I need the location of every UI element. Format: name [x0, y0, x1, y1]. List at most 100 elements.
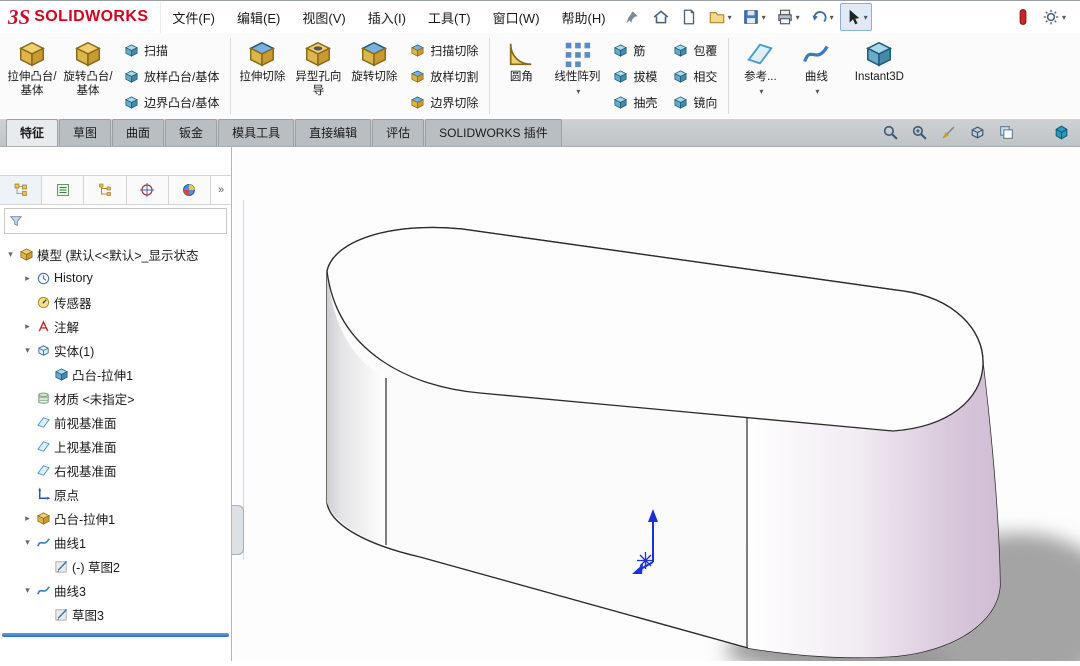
undo-button[interactable]	[806, 3, 838, 31]
zoom-area-icon[interactable]	[911, 124, 928, 141]
tree-item-annotations[interactable]: 注解	[0, 314, 231, 338]
instant3d-button[interactable]: Instant3D	[844, 33, 914, 119]
revolve-boss-button[interactable]: 旋转凸台/基体	[60, 33, 116, 119]
revolve-cut-button[interactable]: 旋转切除	[346, 33, 402, 119]
tree-item-label: 曲线1	[54, 533, 86, 552]
view-orientation-icon[interactable]	[969, 124, 986, 141]
loft-cut-button[interactable]: 放样切割	[406, 65, 482, 88]
tab-surfaces[interactable]: 曲面	[112, 119, 164, 146]
tree-item-sensors[interactable]: 传感器	[0, 290, 231, 314]
tree-filter-input[interactable]	[28, 213, 222, 229]
sweep-boss-button[interactable]: 扫描	[120, 39, 223, 62]
curves-button[interactable]: 曲线	[788, 33, 844, 119]
tree-item-material[interactable]: 材质 <未指定>	[0, 386, 231, 410]
dimxpertmanager-tab[interactable]	[127, 176, 169, 204]
menu-insert[interactable]: 插入(I)	[357, 1, 417, 33]
tree-item-model[interactable]: 模型 (默认<<默认>_显示状态	[0, 242, 231, 266]
linear-pattern-button[interactable]: 线性阵列	[549, 33, 605, 119]
tree-item-label: (-) 草图2	[72, 557, 120, 576]
featuremanager-tab[interactable]	[0, 176, 42, 204]
tree-item-body-boss-extrude1[interactable]: 凸台-拉伸1	[0, 362, 231, 386]
pin-icon[interactable]	[625, 10, 639, 24]
intersect-button[interactable]: 相交	[669, 65, 721, 88]
sketch-icon	[54, 607, 69, 622]
tab-solidworks-addins[interactable]: SOLIDWORKS 插件	[425, 119, 562, 146]
propertymanager-tab[interactable]	[42, 176, 84, 204]
plane-icon	[36, 415, 51, 430]
tree-item-history[interactable]: History	[0, 266, 231, 290]
home-button[interactable]	[648, 3, 674, 31]
expander-icon[interactable]	[22, 273, 33, 284]
tab-evaluate[interactable]: 评估	[372, 119, 424, 146]
expander-icon[interactable]	[22, 585, 33, 596]
hole-wizard-button[interactable]: 异型孔向导	[290, 33, 346, 119]
save-button[interactable]	[738, 3, 770, 31]
panel-splitter-handle[interactable]	[232, 505, 244, 555]
wrap-button[interactable]: 包覆	[669, 39, 721, 62]
tree-item-front-plane[interactable]: 前视基准面	[0, 410, 231, 434]
menu-view[interactable]: 视图(V)	[291, 1, 356, 33]
expander-icon[interactable]	[22, 513, 33, 524]
select-cursor-button[interactable]	[840, 3, 872, 31]
menu-tools[interactable]: 工具(T)	[417, 1, 482, 33]
draft-button[interactable]: 拔模	[609, 65, 661, 88]
zoom-to-fit-icon[interactable]	[882, 124, 899, 141]
menu-window[interactable]: 窗口(W)	[482, 1, 551, 33]
panel-overflow-arrow[interactable]	[211, 176, 231, 204]
solid-bodies-folder-icon	[36, 343, 51, 358]
panel-tab-strip	[0, 175, 231, 205]
task-pane-icon[interactable]	[1053, 124, 1070, 141]
section-view-icon[interactable]	[940, 124, 957, 141]
extrude-cut-button[interactable]: 拉伸切除	[234, 33, 290, 119]
tree-item-sketch3[interactable]: 草图3	[0, 602, 231, 626]
expander-icon[interactable]	[5, 249, 16, 260]
tab-mold-tools[interactable]: 模具工具	[218, 119, 294, 146]
tab-sketch[interactable]: 草图	[59, 119, 111, 146]
boundary-boss-button[interactable]: 边界凸台/基体	[120, 91, 223, 114]
expander-icon[interactable]	[22, 537, 33, 548]
mirror-button[interactable]: 镜向	[669, 91, 721, 114]
fillet-button[interactable]: 圆角	[493, 33, 549, 119]
shell-button[interactable]: 抽壳	[609, 91, 661, 114]
boundary-boss-icon	[124, 95, 139, 110]
menu-edit[interactable]: 编辑(E)	[226, 1, 291, 33]
rib-button[interactable]: 筋	[609, 39, 661, 62]
reference-geometry-button[interactable]: 参考...	[732, 33, 788, 119]
open-button[interactable]	[704, 3, 736, 31]
tree-item-sketch2[interactable]: (-) 草图2	[0, 554, 231, 578]
headsup-view-toolbar	[882, 124, 1070, 141]
tree-item-curve3[interactable]: 曲线3	[0, 578, 231, 602]
menu-bar: 3S SOLIDWORKS 文件(F) 编辑(E) 视图(V) 插入(I) 工具…	[0, 0, 1080, 34]
graphics-viewport[interactable]	[233, 147, 1080, 661]
tab-direct-editing[interactable]: 直接编辑	[295, 119, 371, 146]
expander-icon[interactable]	[22, 321, 33, 332]
linear-pattern-icon	[562, 39, 592, 69]
configurationmanager-tab[interactable]	[84, 176, 126, 204]
tree-item-boss-extrude1[interactable]: 凸台-拉伸1	[0, 506, 231, 530]
loft-boss-button[interactable]: 放样凸台/基体	[120, 65, 223, 88]
resources-button[interactable]	[1010, 3, 1036, 31]
rollback-bar[interactable]	[2, 633, 229, 637]
tab-features[interactable]: 特征	[6, 119, 58, 146]
extrude-boss-button[interactable]: 拉伸凸台/基体	[4, 33, 60, 119]
tree-item-top-plane[interactable]: 上视基准面	[0, 434, 231, 458]
tree-item-right-plane[interactable]: 右视基准面	[0, 458, 231, 482]
resources-pill-icon	[1014, 8, 1032, 26]
tab-sheet-metal[interactable]: 钣金	[165, 119, 217, 146]
tree-item-curve1[interactable]: 曲线1	[0, 530, 231, 554]
curve-icon	[36, 535, 51, 550]
tree-item-solid-bodies[interactable]: 实体(1)	[0, 338, 231, 362]
options-button[interactable]	[1038, 3, 1070, 31]
expander-icon[interactable]	[22, 345, 33, 356]
tree-item-origin[interactable]: 原点	[0, 482, 231, 506]
sweep-cut-button[interactable]: 扫描切除	[406, 39, 482, 62]
new-document-button[interactable]	[676, 3, 702, 31]
menu-file[interactable]: 文件(F)	[161, 1, 226, 33]
displaymanager-tab[interactable]	[169, 176, 211, 204]
menu-help[interactable]: 帮助(H)	[551, 1, 617, 33]
display-style-icon[interactable]	[998, 124, 1015, 141]
print-button[interactable]	[772, 3, 804, 31]
model-canvas[interactable]	[233, 147, 1080, 661]
ribbon-separator	[728, 38, 729, 114]
boundary-cut-button[interactable]: 边界切除	[406, 91, 482, 114]
